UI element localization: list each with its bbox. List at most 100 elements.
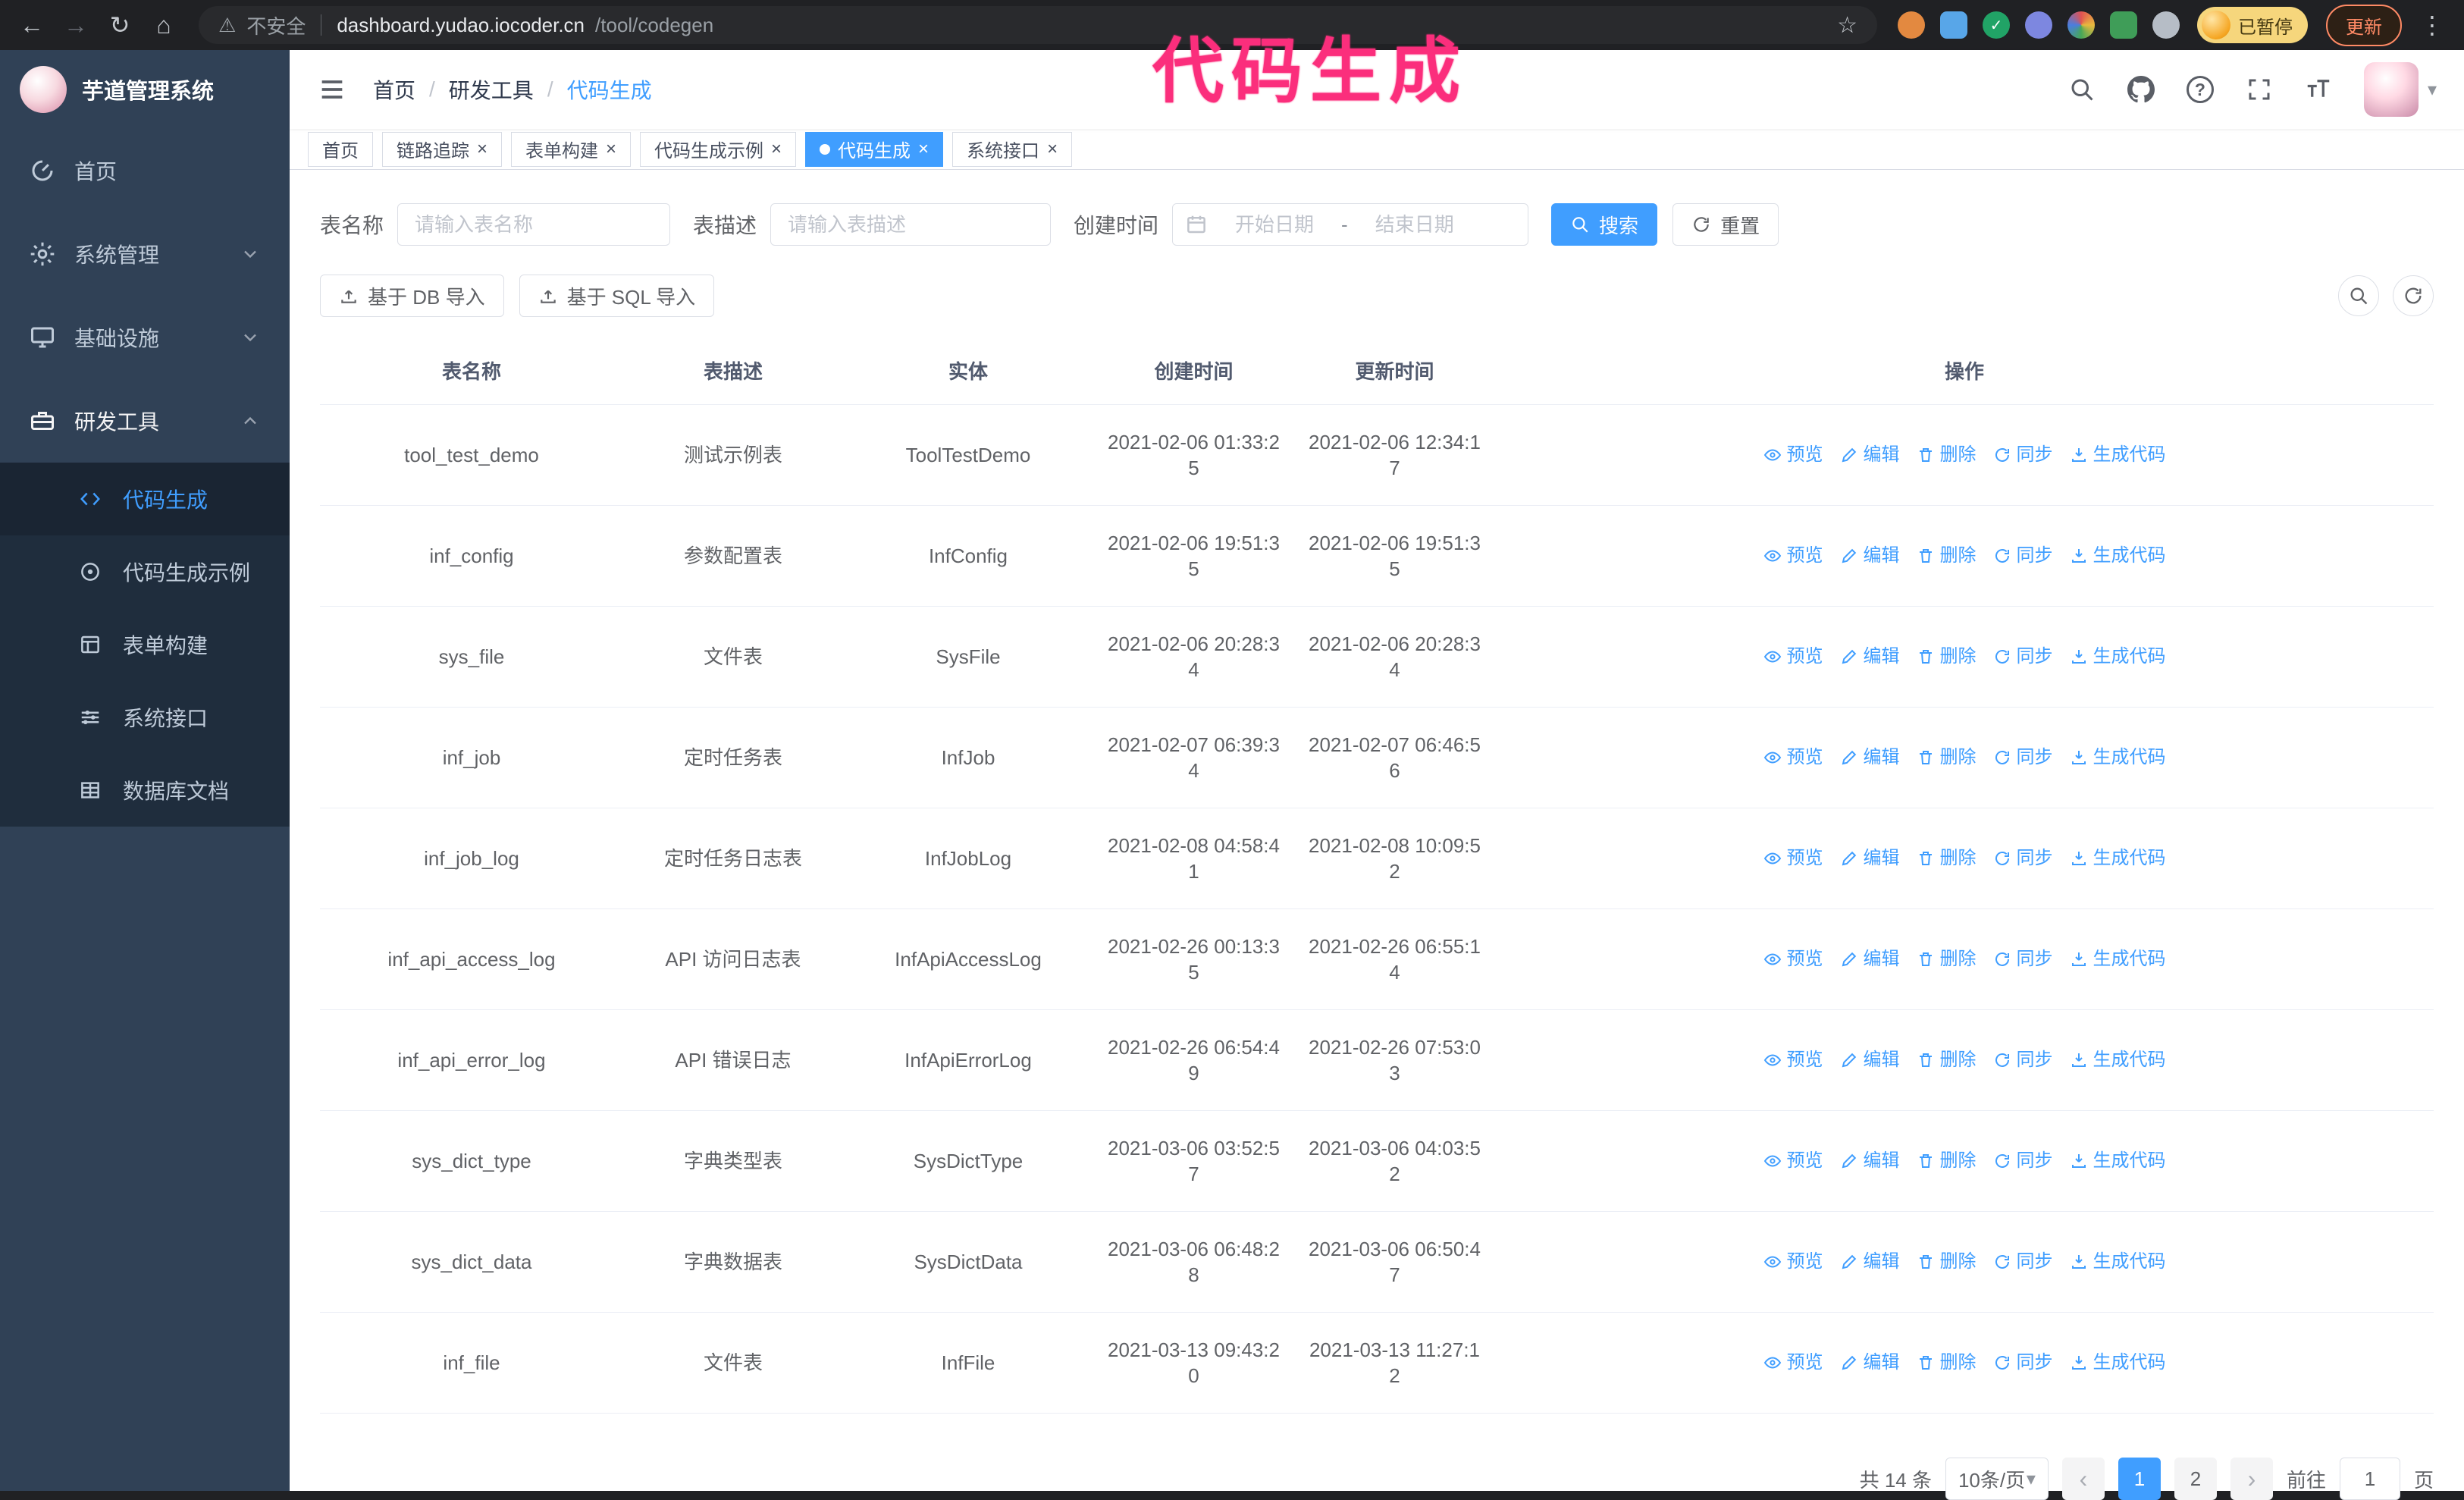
generate-code-button[interactable]: 生成代码 (2070, 644, 2166, 670)
close-icon[interactable]: × (477, 140, 487, 158)
generate-code-button[interactable]: 生成代码 (2070, 1350, 2166, 1376)
start-date-input[interactable] (1214, 212, 1336, 237)
sync-button[interactable]: 同步 (1993, 1047, 2053, 1073)
preview-button[interactable]: 预览 (1763, 846, 1823, 871)
edit-button[interactable]: 编辑 (1840, 644, 1900, 670)
sidebar-item-db-doc[interactable]: 数据库文档 (0, 754, 290, 827)
edit-button[interactable]: 编辑 (1840, 745, 1900, 770)
breadcrumb-devtools[interactable]: 研发工具 (449, 74, 534, 105)
user-menu[interactable]: ▾ (2363, 62, 2437, 117)
extension-icon[interactable] (2110, 11, 2137, 39)
close-icon[interactable]: × (1047, 140, 1058, 158)
sync-button[interactable]: 同步 (1993, 1249, 2053, 1275)
preview-button[interactable]: 预览 (1763, 946, 1823, 972)
generate-code-button[interactable]: 生成代码 (2070, 745, 2166, 770)
goto-page-input[interactable] (2339, 1458, 2400, 1500)
reset-button[interactable]: 重置 (1672, 203, 1779, 246)
generate-code-button[interactable]: 生成代码 (2070, 442, 2166, 468)
sidebar-item-infra[interactable]: 基础设施 (0, 296, 290, 379)
github-icon[interactable] (2127, 76, 2155, 103)
tab[interactable]: 系统接口 × (952, 131, 1073, 167)
sidebar-item-system-api[interactable]: 系统接口 (0, 681, 290, 754)
generate-code-button[interactable]: 生成代码 (2070, 846, 2166, 871)
import-sql-button[interactable]: 基于 SQL 导入 (519, 275, 715, 317)
help-icon[interactable]: ? (2186, 76, 2214, 103)
tab[interactable]: 代码生成示例 × (640, 131, 797, 167)
search-button[interactable]: 搜索 (1551, 203, 1658, 246)
edit-button[interactable]: 编辑 (1840, 846, 1900, 871)
page-button-1[interactable]: 1 (2118, 1458, 2161, 1500)
delete-button[interactable]: 删除 (1917, 543, 1977, 569)
forward-icon[interactable]: → (56, 5, 96, 45)
generate-code-button[interactable]: 生成代码 (2070, 543, 2166, 569)
address-bar[interactable]: ⚠ 不安全 dashboard.yudao.iocoder.cn /tool/c… (199, 6, 1877, 44)
sidebar-item-home[interactable]: 首页 (0, 129, 290, 212)
sync-button[interactable]: 同步 (1993, 1148, 2053, 1174)
close-icon[interactable]: × (606, 140, 616, 158)
close-icon[interactable]: × (771, 140, 782, 158)
import-db-button[interactable]: 基于 DB 导入 (320, 275, 504, 317)
tab[interactable]: 代码生成 × (805, 131, 944, 167)
edit-button[interactable]: 编辑 (1840, 1047, 1900, 1073)
extension-icon[interactable] (2152, 11, 2180, 39)
page-size-select[interactable]: 10条/页 ▾ (1945, 1458, 2049, 1500)
preview-button[interactable]: 预览 (1763, 1350, 1823, 1376)
preview-button[interactable]: 预览 (1763, 1047, 1823, 1073)
sync-button[interactable]: 同步 (1993, 442, 2053, 468)
app-logo[interactable]: 芋道管理系统 (0, 50, 290, 129)
edit-button[interactable]: 编辑 (1840, 1249, 1900, 1275)
sidebar-item-codegen-example[interactable]: 代码生成示例 (0, 535, 290, 608)
home-icon[interactable]: ⌂ (144, 5, 183, 45)
generate-code-button[interactable]: 生成代码 (2070, 1249, 2166, 1275)
sync-button[interactable]: 同步 (1993, 1350, 2053, 1376)
extension-icon[interactable] (1940, 11, 1967, 39)
profile-paused-badge[interactable]: 已暂停 (2197, 7, 2308, 43)
delete-button[interactable]: 删除 (1917, 745, 1977, 770)
delete-button[interactable]: 删除 (1917, 1249, 1977, 1275)
delete-button[interactable]: 删除 (1917, 1350, 1977, 1376)
generate-code-button[interactable]: 生成代码 (2070, 946, 2166, 972)
end-date-input[interactable] (1353, 212, 1475, 237)
table-name-input[interactable] (397, 203, 671, 246)
preview-button[interactable]: 预览 (1763, 745, 1823, 770)
tab[interactable]: 表单构建 × (511, 131, 632, 167)
next-page-button[interactable]: › (2230, 1458, 2273, 1500)
sync-button[interactable]: 同步 (1993, 644, 2053, 670)
extension-icon[interactable] (1898, 11, 1925, 39)
delete-button[interactable]: 删除 (1917, 442, 1977, 468)
preview-button[interactable]: 预览 (1763, 1249, 1823, 1275)
reload-icon[interactable]: ↻ (100, 5, 140, 45)
sidebar-item-devtools[interactable]: 研发工具 (0, 379, 290, 463)
extension-icon[interactable]: ✓ (1983, 11, 2010, 39)
preview-button[interactable]: 预览 (1763, 442, 1823, 468)
table-desc-input[interactable] (770, 203, 1052, 246)
close-icon[interactable]: × (918, 140, 929, 158)
page-button-2[interactable]: 2 (2174, 1458, 2217, 1500)
browser-update-button[interactable]: 更新 (2326, 4, 2402, 46)
edit-button[interactable]: 编辑 (1840, 1148, 1900, 1174)
edit-button[interactable]: 编辑 (1840, 946, 1900, 972)
tab[interactable]: 链路追踪 × (382, 131, 503, 167)
sidebar-item-system[interactable]: 系统管理 (0, 212, 290, 296)
preview-button[interactable]: 预览 (1763, 543, 1823, 569)
refresh-table-button[interactable] (2393, 275, 2434, 316)
delete-button[interactable]: 删除 (1917, 846, 1977, 871)
generate-code-button[interactable]: 生成代码 (2070, 1148, 2166, 1174)
sync-button[interactable]: 同步 (1993, 846, 2053, 871)
edit-button[interactable]: 编辑 (1840, 1350, 1900, 1376)
preview-button[interactable]: 预览 (1763, 1148, 1823, 1174)
delete-button[interactable]: 删除 (1917, 644, 1977, 670)
edit-button[interactable]: 编辑 (1840, 442, 1900, 468)
delete-button[interactable]: 删除 (1917, 1047, 1977, 1073)
sync-button[interactable]: 同步 (1993, 543, 2053, 569)
prev-page-button[interactable]: ‹ (2061, 1458, 2105, 1500)
sync-button[interactable]: 同步 (1993, 745, 2053, 770)
delete-button[interactable]: 删除 (1917, 1148, 1977, 1174)
delete-button[interactable]: 删除 (1917, 946, 1977, 972)
fullscreen-icon[interactable] (2246, 76, 2273, 103)
breadcrumb-home[interactable]: 首页 (373, 74, 415, 105)
preview-button[interactable]: 预览 (1763, 644, 1823, 670)
font-size-icon[interactable] (2305, 76, 2332, 103)
extension-icon[interactable] (2067, 11, 2095, 39)
sidebar-item-codegen[interactable]: 代码生成 (0, 463, 290, 535)
